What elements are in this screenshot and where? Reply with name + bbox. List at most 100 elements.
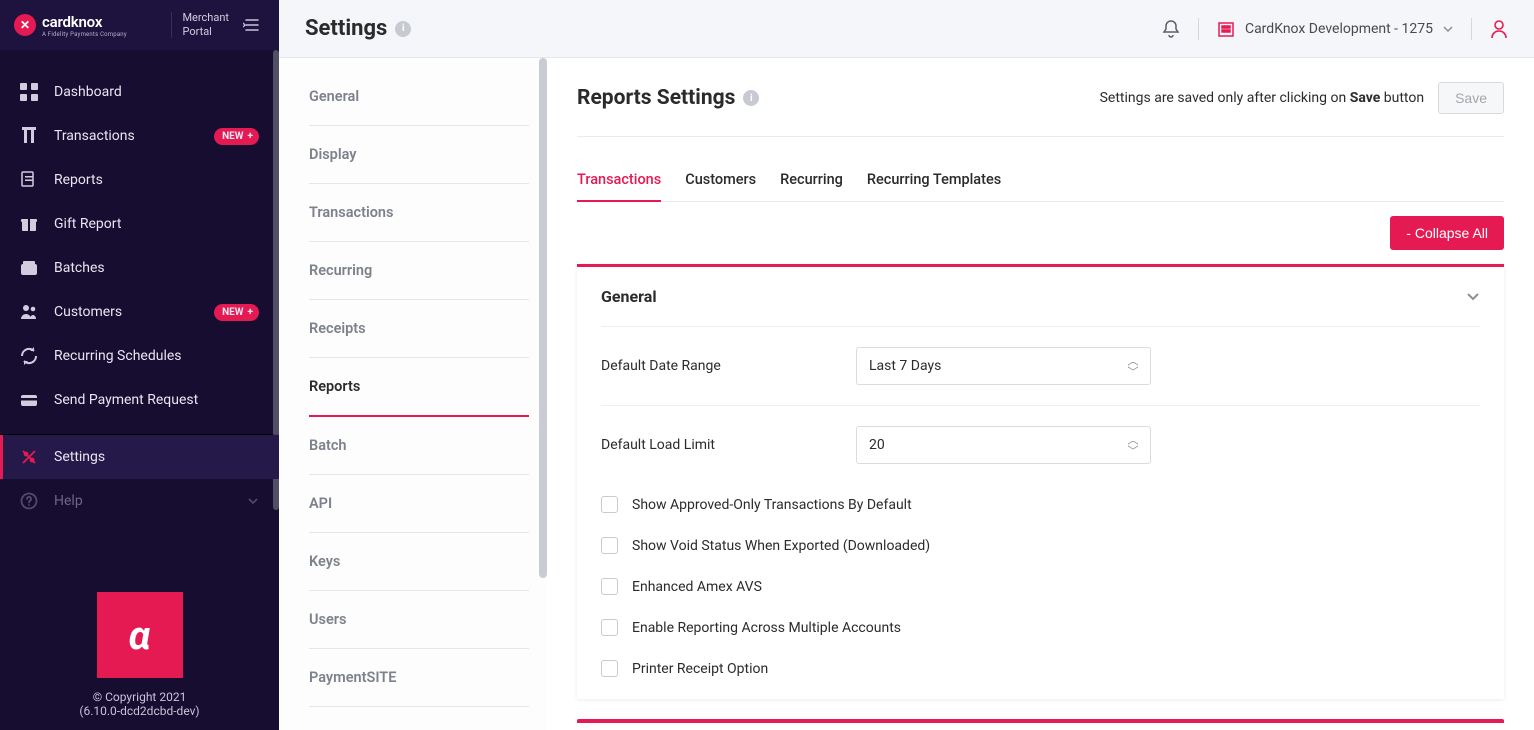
content: General Display Transactions Recurring R…: [279, 58, 1534, 730]
bell-icon[interactable]: [1162, 19, 1180, 39]
brand-tagline: A Fidelity Payments Company: [42, 31, 127, 38]
settings-nav-users[interactable]: Users: [309, 591, 529, 649]
new-badge: NEW+: [214, 304, 259, 321]
checkbox[interactable]: [601, 496, 618, 513]
toolbar: - Collapse All: [577, 202, 1504, 264]
settings-nav-transactions[interactable]: Transactions: [309, 184, 529, 242]
content-area: Reports Settings i Settings are saved on…: [547, 58, 1534, 730]
check-label: Show Approved-Only Transactions By Defau…: [632, 497, 912, 513]
save-hint: Settings are saved only after clicking o…: [1100, 90, 1424, 106]
chevron-down-icon: [247, 497, 259, 505]
sidebar-item-gift-report[interactable]: Gift Report: [0, 202, 279, 246]
page-title-text: Settings: [305, 16, 387, 41]
nav-label: Send Payment Request: [54, 392, 259, 408]
chevron-down-icon: [1466, 292, 1480, 301]
footer-logo-icon: α: [97, 592, 183, 678]
check-row-amex-avs: Enhanced Amex AVS: [601, 566, 1480, 607]
content-title-text: Reports Settings: [577, 86, 735, 110]
nav-label: Recurring Schedules: [54, 348, 259, 364]
settings-scrollbar[interactable]: [539, 58, 547, 578]
check-label: Enhanced Amex AVS: [632, 579, 762, 595]
field-label: Default Date Range: [601, 358, 856, 374]
reports-icon: [20, 171, 38, 189]
field-label: Default Load Limit: [601, 437, 856, 453]
panel-header[interactable]: General: [577, 267, 1504, 326]
content-header: Reports Settings i Settings are saved on…: [577, 82, 1504, 137]
help-icon: [20, 492, 38, 510]
customers-icon: [20, 303, 38, 321]
nav-label: Reports: [54, 172, 259, 188]
chevron-down-icon: [1443, 26, 1453, 32]
content-title: Reports Settings i: [577, 86, 759, 110]
check-label: Printer Receipt Option: [632, 661, 768, 677]
sidebar-item-customers[interactable]: Customers NEW+: [0, 290, 279, 334]
sidebar-item-send-payment[interactable]: Send Payment Request: [0, 378, 279, 422]
portal-label: Merchant Portal: [182, 11, 229, 39]
settings-nav-receipts[interactable]: Receipts: [309, 300, 529, 358]
field-default-date-range: Default Date Range Last 7 Days: [601, 326, 1480, 405]
sidebar-item-help[interactable]: Help: [0, 479, 279, 523]
checkbox[interactable]: [601, 660, 618, 677]
sidebar-item-reports[interactable]: Reports: [0, 158, 279, 202]
settings-nav-reports[interactable]: Reports: [309, 358, 529, 417]
panel-next-indicator: [577, 719, 1504, 723]
select-default-date-range[interactable]: Last 7 Days: [856, 347, 1151, 385]
user-icon[interactable]: [1490, 19, 1508, 39]
payment-icon: [20, 391, 38, 409]
settings-nav-general[interactable]: General: [309, 68, 529, 126]
topbar-divider: [1471, 18, 1472, 40]
settings-nav: General Display Transactions Recurring R…: [279, 58, 547, 730]
checkbox[interactable]: [601, 537, 618, 554]
dashboard-icon: [20, 83, 38, 101]
brand-name: cardknox: [42, 13, 127, 31]
logo-mark-icon: ✕: [14, 14, 36, 36]
sidebar-item-dashboard[interactable]: Dashboard: [0, 70, 279, 114]
tab-recurring[interactable]: Recurring: [780, 159, 843, 201]
checkbox[interactable]: [601, 578, 618, 595]
topbar: Settings i CardKnox Development - 1275: [279, 0, 1534, 58]
panel-body: Default Date Range Last 7 Days Default L…: [577, 326, 1504, 699]
select-default-load-limit[interactable]: 20: [856, 426, 1151, 464]
settings-nav-recurring[interactable]: Recurring: [309, 242, 529, 300]
sidebar-item-settings[interactable]: Settings: [0, 435, 279, 479]
sidebar-item-batches[interactable]: Batches: [0, 246, 279, 290]
info-icon[interactable]: i: [743, 90, 759, 106]
tab-recurring-templates[interactable]: Recurring Templates: [867, 159, 1001, 201]
settings-nav-paymentsite[interactable]: PaymentSITE: [309, 649, 529, 707]
select-value: Last 7 Days: [869, 358, 941, 374]
save-hint-prefix: Settings are saved only after clicking o…: [1100, 90, 1350, 106]
gift-icon: [20, 215, 38, 233]
sidebar: ✕ cardknox A Fidelity Payments Company M…: [0, 0, 279, 730]
info-icon[interactable]: i: [395, 21, 411, 37]
settings-nav-keys[interactable]: Keys: [309, 533, 529, 591]
settings-icon: [20, 448, 38, 466]
check-row-void-status: Show Void Status When Exported (Download…: [601, 525, 1480, 566]
sidebar-item-transactions[interactable]: Transactions NEW+: [0, 114, 279, 158]
save-button[interactable]: Save: [1438, 82, 1504, 114]
nav-label: Transactions: [54, 128, 198, 144]
collapse-all-button[interactable]: - Collapse All: [1390, 216, 1504, 250]
recurring-icon: [20, 347, 38, 365]
topbar-divider: [1198, 18, 1199, 40]
settings-nav-display[interactable]: Display: [309, 126, 529, 184]
nav-label: Customers: [54, 304, 198, 320]
check-row-multi-account: Enable Reporting Across Multiple Account…: [601, 607, 1480, 648]
brand-logo[interactable]: ✕ cardknox A Fidelity Payments Company: [14, 13, 161, 38]
org-selector[interactable]: CardKnox Development - 1275: [1217, 20, 1453, 38]
tab-customers[interactable]: Customers: [685, 159, 756, 201]
building-icon: [1217, 20, 1235, 38]
sidebar-collapse-icon[interactable]: [239, 14, 265, 36]
page-title: Settings i: [305, 16, 411, 41]
badge-text: NEW: [222, 131, 243, 142]
nav-label: Settings: [54, 449, 259, 465]
nav-label: Batches: [54, 260, 259, 276]
sidebar-item-recurring[interactable]: Recurring Schedules: [0, 334, 279, 378]
checkbox[interactable]: [601, 619, 618, 636]
plus-icon: +: [248, 307, 253, 318]
nav-label: Help: [54, 493, 231, 509]
settings-nav-batch[interactable]: Batch: [309, 417, 529, 475]
sidebar-header: ✕ cardknox A Fidelity Payments Company M…: [0, 0, 279, 50]
tab-transactions[interactable]: Transactions: [577, 159, 661, 202]
main-area: Settings i CardKnox Development - 1275 G…: [279, 0, 1534, 730]
settings-nav-api[interactable]: API: [309, 475, 529, 533]
